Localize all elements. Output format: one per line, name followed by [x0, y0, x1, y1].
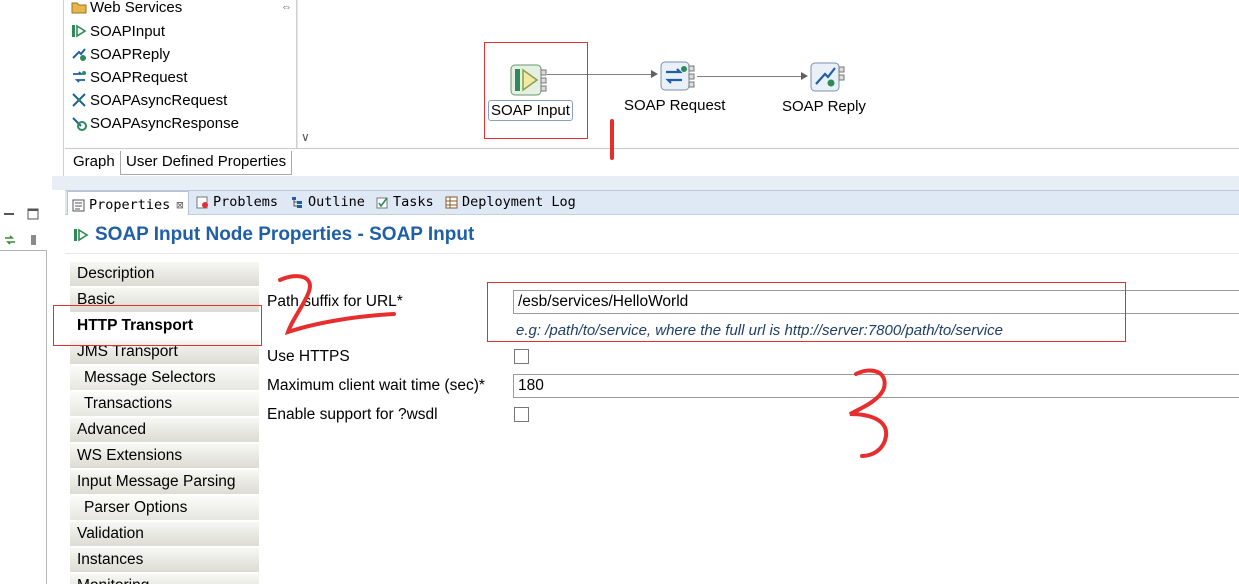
tab-deployment-log[interactable]: Deployment Log	[445, 194, 576, 210]
use-https-label: Use HTTPS	[267, 348, 350, 365]
max-wait-label: Maximum client wait time (sec)*	[267, 377, 485, 394]
soap-input-icon	[74, 228, 89, 242]
section-parser-options[interactable]: Parser Options	[70, 496, 259, 521]
palette-category-web-services[interactable]: Web Services ⇔	[71, 0, 292, 18]
soap-reply-node-label[interactable]: SOAP Reply	[782, 98, 866, 115]
editor-separator	[52, 176, 1239, 190]
wsdl-checkbox[interactable]	[514, 407, 529, 422]
annotation-box-section	[53, 305, 262, 346]
folder-icon	[71, 2, 87, 14]
connection-line[interactable]	[697, 76, 801, 77]
problems-icon	[196, 196, 208, 208]
annotation-mark-three	[849, 368, 889, 458]
collapse-icon[interactable]	[28, 234, 40, 246]
outline-icon	[292, 196, 302, 208]
palette: Web Services ⇔ SOAPInput SOAPReply SOAPR…	[65, 0, 297, 148]
palette-item-soaprequest[interactable]: SOAPRequest	[71, 66, 188, 88]
palette-category-label: Web Services	[90, 0, 183, 16]
palette-divider	[63, 0, 64, 180]
section-message-selectors[interactable]: Message Selectors	[70, 366, 259, 391]
connection-arrow	[651, 70, 658, 78]
palette-item-label: SOAPReply	[90, 45, 171, 63]
tab-problems[interactable]: Problems	[196, 194, 278, 210]
maximize-icon[interactable]	[27, 208, 39, 220]
soap-request-node-label[interactable]: SOAP Request	[624, 97, 725, 114]
palette-item-soapasyncrequest[interactable]: SOAPAsyncRequest	[71, 89, 227, 111]
synchronize-icon[interactable]	[4, 234, 16, 246]
palette-item-soapinput[interactable]: SOAPInput	[71, 20, 165, 42]
annotation-box-node	[484, 42, 588, 139]
properties-title: SOAP Input Node Properties - SOAP Input	[95, 224, 475, 245]
view-tab-bar: Properties ⊠ Problems Outline Tasks Depl…	[65, 190, 1239, 215]
pin-icon[interactable]: ⇔	[281, 1, 292, 13]
palette-item-label: SOAPAsyncRequest	[90, 91, 228, 109]
chevron-down-icon[interactable]: ∨	[301, 130, 310, 144]
section-instances[interactable]: Instances	[70, 548, 259, 573]
tab-outline[interactable]: Outline	[291, 194, 365, 210]
section-monitoring[interactable]: Monitoring	[70, 574, 259, 584]
tab-graph[interactable]: Graph	[68, 151, 120, 175]
wsdl-label: Enable support for ?wsdl	[267, 406, 438, 423]
annotation-mark-one	[610, 119, 614, 160]
palette-scrollbar[interactable]: ∨	[297, 0, 317, 148]
palette-item-label: SOAPInput	[90, 22, 166, 40]
tab-tasks[interactable]: Tasks	[376, 194, 434, 210]
soap-async-response-icon	[72, 117, 87, 131]
annotation-box-url	[487, 282, 1126, 342]
soap-reply-icon	[72, 48, 86, 61]
palette-item-label: SOAPRequest	[90, 68, 188, 86]
section-input-message-parsing[interactable]: Input Message Parsing	[70, 470, 259, 495]
palette-item-soapreply[interactable]: SOAPReply	[71, 43, 170, 65]
section-transactions[interactable]: Transactions	[70, 392, 259, 417]
use-https-checkbox[interactable]	[514, 349, 529, 364]
soap-request-node-icon[interactable]	[658, 60, 698, 92]
tab-label: Deployment Log	[462, 194, 576, 210]
tab-label: Problems	[213, 194, 279, 210]
gutter-divider-vertical	[46, 250, 47, 584]
soap-input-icon	[72, 24, 87, 38]
palette-item-soapasyncresponse[interactable]: SOAPAsyncResponse	[71, 112, 239, 134]
connection-arrow	[801, 72, 808, 80]
tab-properties[interactable]: Properties ⊠	[67, 191, 189, 215]
tasks-icon	[376, 197, 388, 208]
editor-tab-bar: Graph User Defined Properties	[65, 148, 1239, 176]
soap-async-request-icon	[72, 93, 86, 107]
soap-reply-node-icon[interactable]	[808, 60, 848, 94]
soap-request-icon	[73, 71, 86, 83]
properties-icon	[72, 199, 85, 211]
section-advanced[interactable]: Advanced	[70, 418, 259, 443]
tab-user-defined-properties[interactable]: User Defined Properties	[120, 151, 293, 175]
left-panel-top	[0, 0, 52, 190]
palette-item-label: SOAPAsyncResponse	[90, 114, 239, 132]
section-ws-extensions[interactable]: WS Extensions	[70, 444, 259, 469]
close-icon[interactable]: ⊠	[176, 198, 183, 212]
flow-canvas[interactable]: SOAP Input SOAP Request SOAP Reply	[318, 0, 1239, 148]
deployment-log-icon	[445, 196, 458, 208]
tab-label: Tasks	[393, 194, 434, 210]
tab-label: Properties	[89, 197, 171, 213]
section-description[interactable]: Description	[70, 262, 259, 287]
properties-header: SOAP Input Node Properties - SOAP Input	[65, 216, 1239, 254]
annotation-mark-two	[278, 274, 396, 336]
minimize-icon[interactable]	[3, 208, 15, 220]
tab-label: Outline	[308, 194, 365, 210]
gutter-divider	[0, 250, 47, 251]
section-validation[interactable]: Validation	[70, 522, 259, 547]
